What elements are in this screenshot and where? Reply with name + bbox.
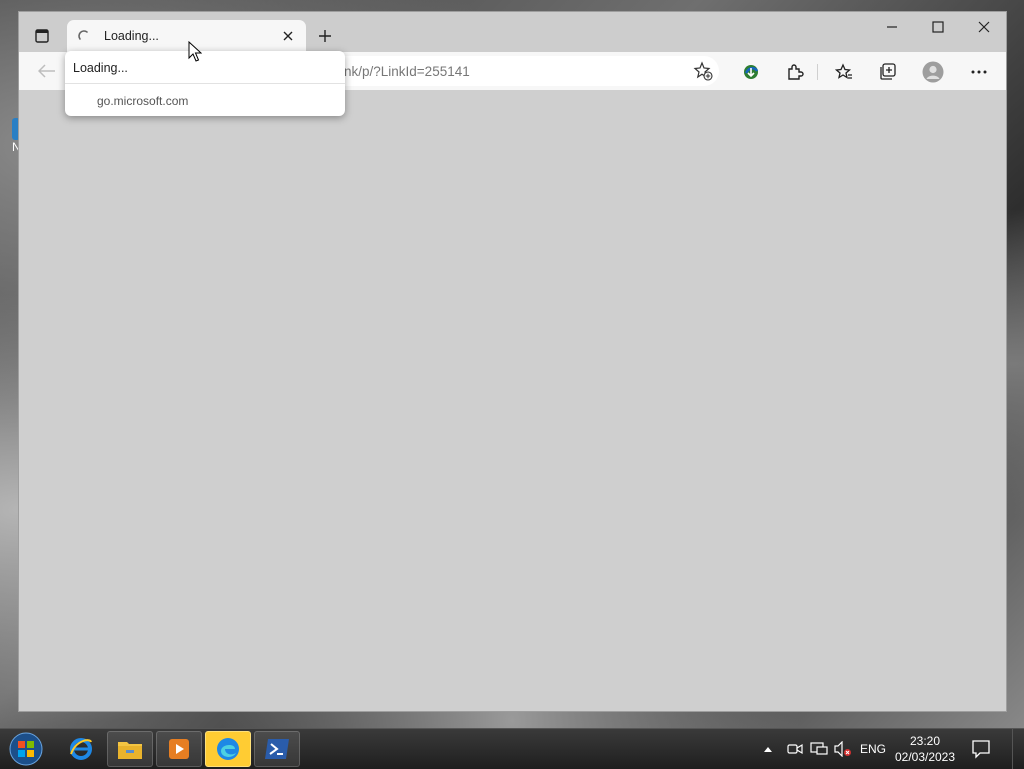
network-icon: [810, 742, 828, 755]
tab-title: Loading...: [104, 29, 159, 43]
tray-volume[interactable]: [834, 729, 852, 769]
more-icon: [971, 70, 987, 74]
tab-actions-icon: [35, 29, 49, 43]
close-window-button[interactable]: [961, 12, 1007, 42]
favorites-button[interactable]: [833, 61, 855, 83]
powershell-icon: [265, 739, 289, 759]
tab-close-button[interactable]: [278, 26, 298, 46]
internet-explorer-icon: [70, 738, 92, 760]
tray-network[interactable]: [810, 729, 828, 769]
clock-time: 23:20: [909, 734, 941, 748]
download-manager-icon: [744, 65, 759, 79]
loading-spinner-icon: [78, 30, 88, 40]
start-button[interactable]: [6, 730, 46, 768]
language-indicator: ENG: [860, 742, 887, 756]
hover-card-title: Loading...: [73, 61, 128, 75]
plus-icon: [319, 30, 331, 42]
tab-hover-card: Loading... go.microsoft.com: [65, 51, 345, 116]
tray-clock[interactable]: 23:20 02/03/2023: [890, 733, 960, 765]
folder-icon: [118, 742, 142, 759]
settings-more-button[interactable]: [968, 61, 990, 83]
profile-button[interactable]: [922, 61, 944, 83]
browser-window: Loading... nk/p/?LinkId=255141: [18, 11, 1007, 712]
minimize-icon: [887, 26, 897, 28]
tab-actions-button[interactable]: [27, 22, 57, 50]
camera-icon: [787, 743, 803, 755]
taskbar-powershell[interactable]: [254, 731, 300, 767]
taskbar: ENG 23:20 02/03/2023: [0, 728, 1024, 769]
new-tab-button[interactable]: [313, 24, 337, 48]
back-arrow-icon: [38, 64, 55, 78]
tray-meet-now[interactable]: [787, 729, 803, 769]
hover-card-divider: [65, 83, 345, 84]
taskbar-media-player[interactable]: [156, 731, 202, 767]
show-desktop-button[interactable]: [1012, 729, 1024, 769]
favorites-icon: [835, 63, 852, 79]
extensions-button[interactable]: [784, 61, 806, 83]
volume-muted-icon: [834, 741, 851, 757]
hover-card-domain: go.microsoft.com: [97, 94, 189, 108]
mouse-cursor-icon: [188, 41, 202, 62]
tray-language[interactable]: ENG: [860, 729, 886, 769]
taskbar-internet-explorer[interactable]: [58, 731, 104, 767]
edge-icon: [217, 738, 239, 760]
address-url: nk/p/?LinkId=255141: [344, 64, 470, 79]
tray-overflow-button[interactable]: [763, 729, 773, 769]
back-button[interactable]: [35, 61, 59, 81]
windows-logo-icon: [9, 732, 43, 766]
close-window-icon: [978, 21, 990, 33]
taskbar-edge[interactable]: [205, 731, 251, 767]
collections-button[interactable]: [877, 61, 899, 83]
minimize-button[interactable]: [869, 12, 915, 42]
clock-date: 02/03/2023: [894, 750, 956, 764]
profile-icon: [922, 61, 944, 83]
taskbar-file-explorer[interactable]: [107, 731, 153, 767]
maximize-icon: [932, 21, 944, 33]
download-manager-button[interactable]: [740, 61, 762, 83]
notification-icon[interactable]: [970, 738, 992, 760]
maximize-button[interactable]: [915, 12, 961, 42]
browser-tab[interactable]: Loading...: [67, 20, 306, 53]
media-player-icon: [169, 739, 189, 759]
title-bar: Loading...: [19, 12, 1007, 53]
toolbar-separator: [817, 64, 818, 80]
collections-icon: [880, 63, 896, 80]
favorite-add-icon[interactable]: [693, 61, 713, 81]
chevron-up-icon: [764, 747, 772, 752]
extensions-icon: [788, 64, 804, 80]
close-icon: [283, 31, 293, 41]
page-content[interactable]: [19, 90, 1006, 711]
